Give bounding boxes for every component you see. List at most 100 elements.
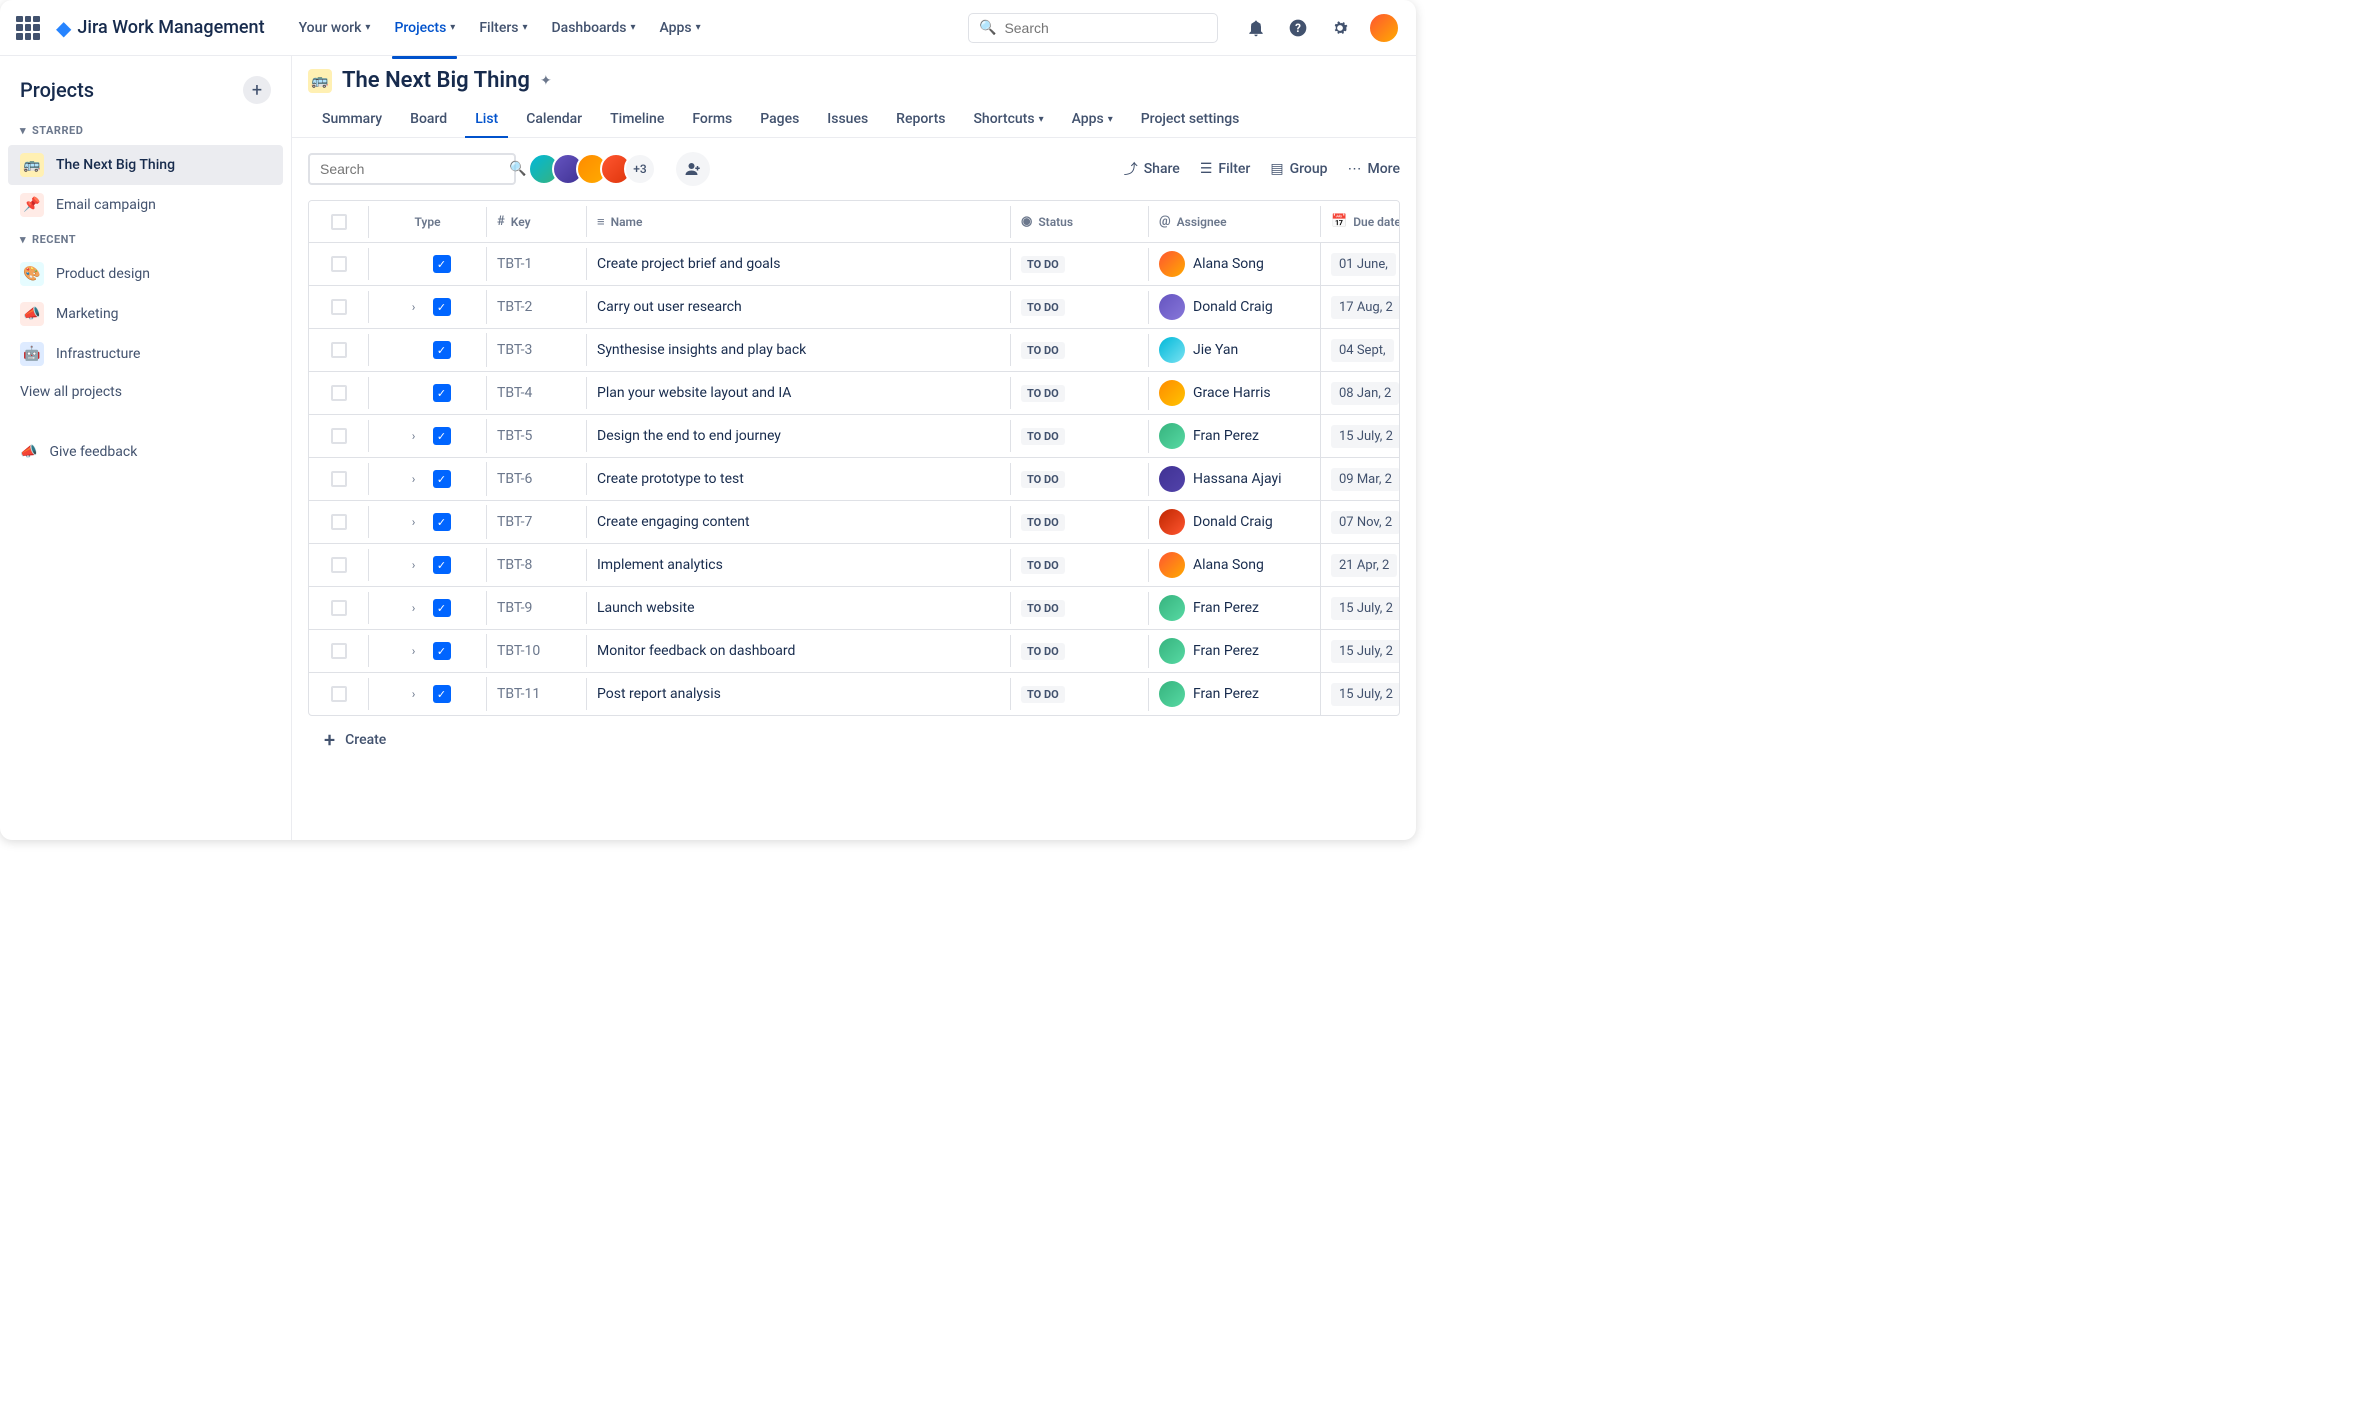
row-checkbox[interactable] — [331, 385, 347, 401]
assignee[interactable]: Fran Perez — [1159, 638, 1259, 664]
table-row[interactable]: ✓TBT-4Plan your website layout and IATO … — [309, 372, 1399, 415]
tab-shortcuts[interactable]: Shortcuts▾ — [959, 101, 1057, 137]
issue-key[interactable]: TBT-1 — [487, 248, 587, 280]
row-checkbox[interactable] — [331, 557, 347, 573]
product-logo[interactable]: ◆ Jira Work Management — [56, 16, 265, 40]
nav-filters[interactable]: Filters▾ — [469, 12, 537, 44]
expand-icon[interactable]: › — [405, 599, 423, 617]
group-button[interactable]: ▤Group — [1270, 159, 1327, 179]
status-badge[interactable]: TO DO — [1021, 428, 1065, 445]
issue-name[interactable]: Carry out user research — [587, 291, 1011, 323]
table-row[interactable]: ›✓TBT-9Launch websiteTO DOFran Perez15 J… — [309, 587, 1399, 630]
issue-key[interactable]: TBT-6 — [487, 463, 587, 495]
issue-key[interactable]: TBT-5 — [487, 420, 587, 452]
status-badge[interactable]: TO DO — [1021, 643, 1065, 660]
column-name[interactable]: ≡Name — [587, 206, 1011, 238]
status-badge[interactable]: TO DO — [1021, 514, 1065, 531]
tab-pages[interactable]: Pages — [746, 101, 813, 137]
issue-name[interactable]: Monitor feedback on dashboard — [587, 635, 1011, 667]
table-row[interactable]: ✓TBT-1Create project brief and goalsTO D… — [309, 243, 1399, 286]
row-checkbox[interactable] — [331, 514, 347, 530]
sidebar-item-marketing[interactable]: 📣Marketing — [8, 294, 283, 334]
issue-key[interactable]: TBT-11 — [487, 678, 587, 710]
tab-issues[interactable]: Issues — [813, 101, 882, 137]
nav-dashboards[interactable]: Dashboards▾ — [542, 12, 646, 44]
expand-icon[interactable]: › — [405, 685, 423, 703]
table-row[interactable]: ›✓TBT-10Monitor feedback on dashboardTO … — [309, 630, 1399, 673]
table-row[interactable]: ›✓TBT-2Carry out user researchTO DODonal… — [309, 286, 1399, 329]
status-badge[interactable]: TO DO — [1021, 600, 1065, 617]
issue-name[interactable]: Synthesise insights and play back — [587, 334, 1011, 366]
expand-icon[interactable]: › — [405, 470, 423, 488]
assignee[interactable]: Fran Perez — [1159, 595, 1259, 621]
due-date[interactable]: 01 June, — [1331, 253, 1396, 276]
issue-name[interactable]: Create prototype to test — [587, 463, 1011, 495]
sidebar-section-recent[interactable]: ▾RECENT — [8, 225, 283, 254]
issue-name[interactable]: Launch website — [587, 592, 1011, 624]
select-all-checkbox[interactable] — [331, 214, 347, 230]
issue-name[interactable]: Create engaging content — [587, 506, 1011, 538]
assignee[interactable]: Donald Craig — [1159, 509, 1273, 535]
row-checkbox[interactable] — [331, 686, 347, 702]
column-type[interactable]: Type — [369, 207, 487, 237]
assignee[interactable]: Fran Perez — [1159, 681, 1259, 707]
nav-projects[interactable]: Projects▾ — [384, 12, 465, 44]
tab-project-settings[interactable]: Project settings — [1127, 101, 1254, 137]
expand-icon[interactable]: › — [405, 298, 423, 316]
sidebar-section-starred[interactable]: ▾STARRED — [8, 116, 283, 145]
row-checkbox[interactable] — [331, 600, 347, 616]
due-date[interactable]: 15 July, 2 — [1331, 597, 1399, 620]
tab-apps[interactable]: Apps▾ — [1058, 101, 1127, 137]
tab-timeline[interactable]: Timeline — [596, 101, 678, 137]
status-badge[interactable]: TO DO — [1021, 385, 1065, 402]
assignee[interactable]: Jie Yan — [1159, 337, 1238, 363]
table-row[interactable]: ›✓TBT-7Create engaging contentTO DODonal… — [309, 501, 1399, 544]
status-badge[interactable]: TO DO — [1021, 686, 1065, 703]
tab-summary[interactable]: Summary — [308, 101, 396, 137]
row-checkbox[interactable] — [331, 299, 347, 315]
issue-name[interactable]: Implement analytics — [587, 549, 1011, 581]
sidebar-item-the-next-big-thing[interactable]: 🚌The Next Big Thing — [8, 145, 283, 185]
filter-button[interactable]: ☰Filter — [1200, 159, 1251, 179]
due-date[interactable]: 15 July, 2 — [1331, 640, 1399, 663]
automation-icon[interactable]: ✦ — [540, 73, 552, 89]
add-member-button[interactable] — [676, 152, 710, 186]
assignee[interactable]: Alana Song — [1159, 552, 1264, 578]
row-checkbox[interactable] — [331, 256, 347, 272]
list-search[interactable]: 🔍 — [308, 153, 516, 185]
tab-list[interactable]: List — [461, 101, 512, 137]
issue-key[interactable]: TBT-9 — [487, 592, 587, 624]
assignee[interactable]: Alana Song — [1159, 251, 1264, 277]
tab-reports[interactable]: Reports — [882, 101, 959, 137]
issue-key[interactable]: TBT-4 — [487, 377, 587, 409]
nav-your-work[interactable]: Your work▾ — [289, 12, 381, 44]
status-badge[interactable]: TO DO — [1021, 299, 1065, 316]
column-status[interactable]: ◉Status — [1011, 206, 1149, 237]
list-search-input[interactable] — [320, 161, 501, 177]
assignee[interactable]: Grace Harris — [1159, 380, 1271, 406]
more-members[interactable]: +3 — [624, 153, 656, 185]
table-row[interactable]: ›✓TBT-11Post report analysisTO DOFran Pe… — [309, 673, 1399, 715]
table-row[interactable]: ›✓TBT-6Create prototype to testTO DOHass… — [309, 458, 1399, 501]
app-switcher-icon[interactable] — [16, 16, 40, 40]
create-project-button[interactable]: + — [243, 76, 271, 104]
notifications-icon[interactable] — [1242, 14, 1270, 42]
column-key[interactable]: #Key — [487, 206, 587, 237]
profile-avatar[interactable] — [1368, 12, 1400, 44]
issue-key[interactable]: TBT-10 — [487, 635, 587, 667]
tab-calendar[interactable]: Calendar — [512, 101, 596, 137]
sidebar-item-product-design[interactable]: 🎨Product design — [8, 254, 283, 294]
due-date[interactable]: 21 Apr, 2 — [1331, 554, 1397, 577]
avatar-stack[interactable]: +3 — [528, 153, 656, 185]
status-badge[interactable]: TO DO — [1021, 471, 1065, 488]
expand-icon[interactable]: › — [405, 556, 423, 574]
due-date[interactable]: 08 Jan, 2 — [1331, 382, 1399, 405]
nav-apps[interactable]: Apps▾ — [650, 12, 711, 44]
sidebar-item-infrastructure[interactable]: 🤖Infrastructure — [8, 334, 283, 374]
issue-name[interactable]: Create project brief and goals — [587, 248, 1011, 280]
expand-icon[interactable]: › — [405, 513, 423, 531]
global-search-input[interactable] — [1004, 20, 1207, 36]
tab-forms[interactable]: Forms — [678, 101, 746, 137]
help-icon[interactable]: ? — [1284, 14, 1312, 42]
table-row[interactable]: ›✓TBT-8Implement analyticsTO DOAlana Son… — [309, 544, 1399, 587]
